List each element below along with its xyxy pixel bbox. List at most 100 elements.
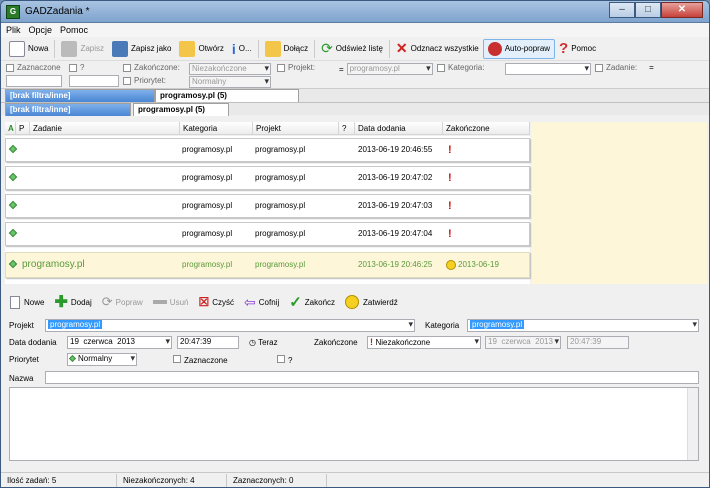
description-textarea[interactable]	[9, 387, 699, 461]
column-header-question[interactable]: ?	[339, 122, 355, 135]
new-button[interactable]: Nowa	[5, 39, 52, 59]
unfinished-icon: !	[448, 200, 452, 212]
menu-file[interactable]: Plik	[6, 25, 21, 35]
unfinished-icon: !	[448, 172, 452, 184]
unfinished-icon: !	[448, 228, 452, 240]
column-header-a[interactable]: A	[5, 122, 16, 135]
status-task-count: Ilość zadań: 5	[1, 473, 117, 487]
x-mark-icon: ✕	[395, 40, 408, 56]
menu-help[interactable]: Pomoc	[60, 25, 88, 35]
save-as-icon	[112, 40, 129, 57]
table-row[interactable]: programosy.pl programosy.pl 2013-06-19 2…	[5, 222, 530, 246]
inner-tab-bar: [brak filtra/inne] programosy.pl (5)	[1, 102, 709, 116]
app-icon: G	[6, 4, 20, 19]
menu-options[interactable]: Opcje	[29, 25, 53, 35]
editor-fix-button[interactable]: ⟳ Popraw	[97, 292, 148, 312]
finished-filter-checkbox[interactable]	[123, 63, 131, 72]
attach-button[interactable]: Dołącz	[261, 39, 312, 59]
new-document-icon	[9, 40, 25, 57]
finished-filter-select[interactable]: Niezakończone	[189, 63, 271, 75]
column-header-project[interactable]: Projekt	[253, 122, 339, 135]
editor-clear-button[interactable]: ☒ Czyść	[193, 292, 239, 312]
window-title: GADZadania *	[25, 6, 90, 17]
column-header-category[interactable]: Kategoria	[180, 122, 253, 135]
category-filter-select[interactable]	[505, 63, 591, 75]
save-button[interactable]: Zapisz	[57, 39, 108, 59]
checked-filter-checkbox[interactable]	[6, 63, 14, 72]
minus-icon	[152, 300, 167, 304]
editor-delete-button[interactable]: Usuń	[148, 292, 194, 312]
fix-icon: ⟳	[101, 294, 113, 309]
tab-inner-programosy[interactable]: programosy.pl (5)	[133, 103, 229, 116]
question-filter-checkbox[interactable]	[69, 63, 77, 72]
minimize-button[interactable]: –	[609, 2, 635, 18]
project-select[interactable]: programosy.pl	[45, 319, 415, 332]
table-row[interactable]: programosy.pl programosy.pl programosy.p…	[5, 252, 530, 278]
open-button[interactable]: Otwórz	[175, 39, 227, 59]
status-unfinished: Niezakończonych: 4	[117, 473, 227, 487]
column-header-finished[interactable]: Zakończone	[443, 122, 530, 135]
maximize-button[interactable]: □	[635, 2, 661, 18]
editor-approve-button[interactable]: Zatwierdź	[340, 292, 403, 312]
help-button[interactable]: ? Pomoc	[555, 39, 600, 59]
close-button[interactable]: ✕	[661, 2, 703, 18]
name-input[interactable]	[45, 371, 699, 384]
priority-filter-checkbox[interactable]	[123, 76, 131, 85]
editor-finish-button[interactable]: ✓ Zakończ	[284, 292, 340, 312]
category-filter-checkbox[interactable]	[437, 63, 445, 72]
attach-folder-icon	[264, 40, 281, 57]
save-as-button[interactable]: Zapisz jako	[108, 39, 175, 59]
help-icon: ?	[559, 40, 569, 57]
autocorrect-button[interactable]: Auto-popraw	[482, 38, 556, 59]
priority-normal-icon	[8, 172, 18, 182]
new-document-icon	[10, 295, 20, 309]
category-select[interactable]: programosy.pl	[467, 319, 699, 332]
about-button[interactable]: i O...	[228, 39, 256, 59]
unfinished-icon: !	[448, 144, 452, 156]
priority-normal-icon	[68, 354, 77, 363]
column-header-p[interactable]: P	[16, 122, 30, 135]
unmark-all-button[interactable]: ✕ Odznacz wszystkie	[392, 39, 483, 59]
checked-checkbox[interactable]	[173, 355, 181, 363]
smile-icon	[446, 259, 456, 270]
table-row[interactable]: programosy.pl programosy.pl 2013-06-19 2…	[5, 166, 530, 190]
finished-time-input[interactable]: 20:47:39	[567, 336, 629, 349]
finished-select[interactable]: ! Niezakończone	[367, 336, 481, 349]
menu-bar: Plik Opcje Pomoc	[1, 23, 709, 37]
priority-normal-icon	[8, 200, 18, 210]
tab-inner-no-filter[interactable]: [brak filtra/inne]	[5, 103, 131, 116]
now-button[interactable]: ◷ Teraz	[249, 338, 278, 347]
table-row[interactable]: programosy.pl programosy.pl 2013-06-19 2…	[5, 138, 530, 162]
priority-select[interactable]: Normalny	[67, 353, 137, 366]
clear-icon: ☒	[198, 295, 210, 309]
main-toolbar: Nowa Zapisz Zapisz jako Otwórz i O... Doł…	[1, 37, 709, 61]
checked-filter-input[interactable]	[6, 75, 62, 87]
title-bar[interactable]: G GADZadania * – □ ✕	[1, 1, 709, 23]
finished-label: Zakończone	[314, 338, 358, 347]
question-filter-input[interactable]	[69, 75, 119, 87]
column-header-task[interactable]: Zadanie	[30, 122, 180, 135]
task-filter-checkbox[interactable]	[595, 63, 603, 72]
project-filter-checkbox[interactable]	[277, 63, 285, 72]
editor-add-button[interactable]: ✚ Dodaj	[49, 292, 96, 312]
column-header-added[interactable]: Data dodania	[355, 122, 443, 135]
table-row[interactable]: programosy.pl programosy.pl 2013-06-19 2…	[5, 194, 530, 218]
tab-outer-no-filter[interactable]: [brak filtra/inne]	[5, 89, 155, 102]
refresh-button[interactable]: ⟳ Odśwież listę	[317, 39, 387, 59]
project-filter-select[interactable]: programosy.pl	[346, 63, 433, 75]
finished-date-picker[interactable]: 19 czerwca 2013	[485, 336, 561, 349]
info-icon: i	[231, 40, 236, 57]
description-scrollbar[interactable]	[687, 388, 698, 460]
smile-icon	[345, 295, 360, 309]
status-bar: Ilość zadań: 5 Niezakończonych: 4 Zaznac…	[1, 472, 709, 487]
question-checkbox[interactable]	[277, 355, 285, 363]
date-added-picker[interactable]: 19 czerwca 2013	[67, 336, 172, 349]
grid-empty-area	[531, 122, 707, 284]
time-added-input[interactable]: 20:47:39	[177, 336, 239, 349]
save-icon	[61, 40, 78, 57]
tab-outer-programosy[interactable]: programosy.pl (5)	[155, 89, 299, 102]
priority-filter-select[interactable]: Normalny	[189, 76, 271, 88]
plus-icon: ✚	[54, 294, 68, 311]
editor-undo-button[interactable]: ⇦ Cofnij	[239, 292, 284, 312]
editor-new-button[interactable]: Nowe	[5, 292, 49, 312]
